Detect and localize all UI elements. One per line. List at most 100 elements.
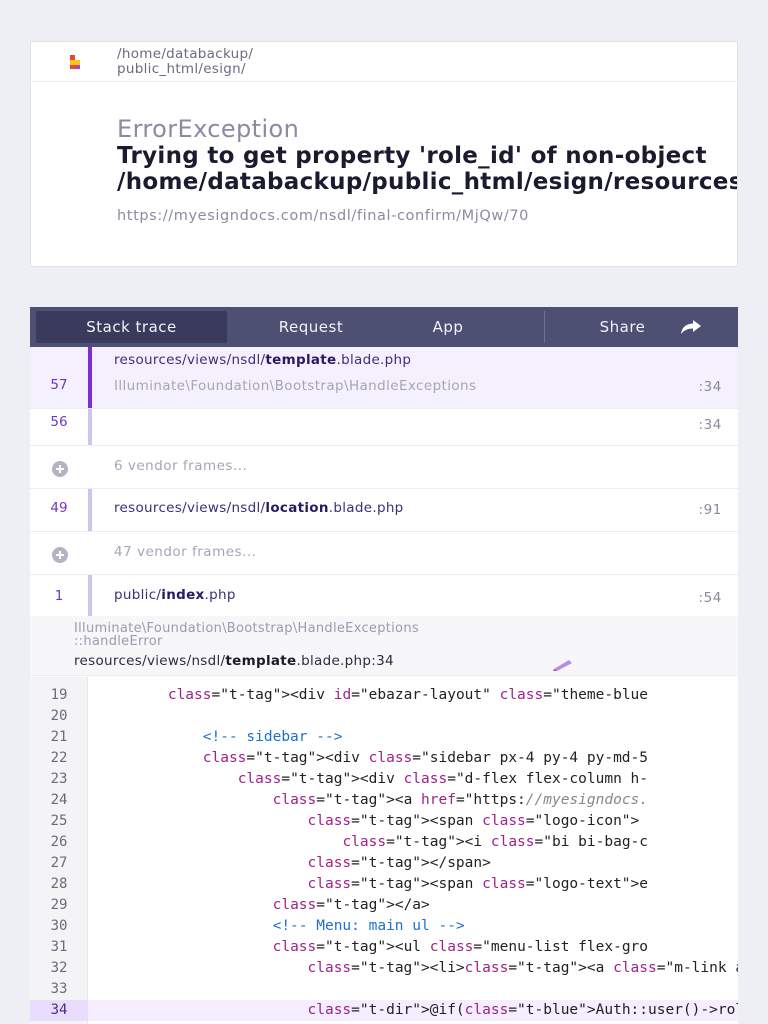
line-number[interactable]: 24 — [30, 790, 88, 811]
line-number[interactable]: 26 — [30, 832, 88, 853]
code-line: 22 class="t-tag"><div class="sidebar px-… — [30, 748, 738, 769]
line-source: class="t-tag"><div class="d-flex flex-co… — [237, 771, 649, 787]
code-line: 33 — [30, 979, 738, 1000]
code-line: 25 class="t-tag"><span class="logo-icon"… — [30, 811, 738, 832]
frame-file: public/index.php — [114, 587, 236, 603]
code-line: 29 class="t-tag"></a> — [30, 895, 738, 916]
frame-item[interactable]: 56 :34 — [30, 409, 738, 446]
snippet-file: resources/views/nsdl/template.blade.php:… — [74, 653, 394, 669]
tab-app[interactable]: App — [400, 311, 496, 343]
line-number[interactable]: 21 — [30, 727, 88, 748]
tab-stack-trace[interactable]: Stack trace — [36, 311, 227, 343]
project-path: /home/databackup/ public_html/esign/ — [117, 47, 253, 77]
frame-item[interactable]: 57 resources/views/nsdl/template.blade.p… — [30, 347, 738, 409]
code-line: 34 class="t-dir">@if(class="t-blue">Auth… — [30, 1000, 738, 1021]
code-line: 24 class="t-tag"><a href="https://myesig… — [30, 790, 738, 811]
frame-indicator — [88, 409, 92, 445]
line-source: class="t-dir">@if(class="t-blue">Auth::u… — [307, 1002, 738, 1018]
code-line: 23 class="t-tag"><div class="d-flex flex… — [30, 769, 738, 790]
line-source: class="t-tag"></a> — [272, 897, 430, 913]
frame-file-name: template — [265, 352, 337, 368]
frame-indicator — [88, 347, 92, 408]
line-number[interactable]: 32 — [30, 958, 88, 979]
frame-item[interactable]: 1 public/index.php :54 — [30, 575, 738, 618]
line-number[interactable]: 33 — [30, 979, 88, 1000]
tab-request[interactable]: Request — [250, 311, 372, 343]
frame-number: 49 — [50, 500, 68, 516]
expand-plus-icon[interactable] — [52, 461, 68, 477]
header-top-bar: /home/databackup/ public_html/esign/ — [31, 42, 737, 82]
code-line: 31 class="t-tag"><ul class="menu-list fl… — [30, 937, 738, 958]
line-source: <!-- sidebar --> — [98, 729, 343, 745]
frame-item[interactable]: 49 resources/views/nsdl/location.blade.p… — [30, 489, 738, 532]
tab-share[interactable]: Share — [575, 311, 670, 343]
frame-file: resources/views/nsdl/location.blade.php — [114, 500, 404, 516]
frame-indicator — [88, 489, 92, 531]
line-source: <!-- Menu: main ul --> — [98, 918, 465, 934]
error-header-card: /home/databackup/ public_html/esign/ Err… — [30, 41, 738, 267]
frame-number: 56 — [50, 414, 68, 430]
frame-line: :91 — [698, 502, 722, 518]
frame-line: :34 — [698, 417, 722, 433]
frame-file-ext: .blade.php — [328, 500, 404, 516]
vendor-frames-label: 6 vendor frames... — [114, 458, 248, 474]
line-number[interactable]: 30 — [30, 916, 88, 937]
snippet-header: Illuminate\Foundation\Bootstrap\HandleEx… — [30, 616, 738, 676]
frame-file-prefix: public/ — [114, 587, 162, 603]
frame-file-ext: .php — [204, 587, 236, 603]
frame-line: :54 — [698, 590, 722, 606]
line-number[interactable]: 25 — [30, 811, 88, 832]
line-number[interactable]: 28 — [30, 874, 88, 895]
frame-class: Illuminate\Foundation\Bootstrap\HandleEx… — [114, 378, 477, 394]
line-source: class="t-tag"><li>class="t-tag"><a class… — [307, 960, 738, 976]
expand-plus-icon[interactable] — [52, 547, 68, 563]
line-source: class="t-tag"><span class="logo-text">e — [307, 876, 648, 892]
code-line: 20 — [30, 706, 738, 727]
flare-logo-icon[interactable] — [67, 54, 83, 70]
pencil-edit-icon[interactable] — [550, 658, 576, 672]
line-number[interactable]: 31 — [30, 937, 88, 958]
code-line: 21 <!-- sidebar --> — [30, 727, 738, 748]
line-source: class="t-tag"><div id="ebazar-layout" cl… — [167, 687, 649, 703]
code-line: 27 class="t-tag"></span> — [30, 853, 738, 874]
share-icon[interactable] — [680, 319, 702, 335]
line-source: class="t-tag"></span> — [307, 855, 491, 871]
stack-trace-panel: Stack trace Request App Share 57 resourc… — [30, 307, 738, 1024]
snippet-file-suffix: .blade.php:34 — [296, 653, 394, 669]
line-source: class="t-tag"><ul class="menu-list flex-… — [272, 939, 649, 955]
line-source: class="t-tag"><a href="https://myesigndo… — [272, 792, 649, 808]
vendor-frames-toggle[interactable]: 6 vendor frames... — [30, 446, 738, 489]
frame-file-name: location — [265, 500, 329, 516]
frame-line: :34 — [698, 379, 722, 395]
line-number[interactable]: 22 — [30, 748, 88, 769]
path-line-2: public_html/esign/ — [117, 61, 246, 77]
path-line-1: /home/databackup/ — [117, 46, 254, 62]
line-number[interactable]: 34 — [30, 1000, 88, 1021]
frame-file: resources/views/nsdl/template.blade.php — [114, 352, 411, 368]
code-line: 30 <!-- Menu: main ul --> — [30, 916, 738, 937]
exception-class: ErrorException — [117, 115, 300, 143]
line-source: class="t-tag"><span class="logo-icon"> — [307, 813, 640, 829]
line-number[interactable]: 23 — [30, 769, 88, 790]
snippet-class: Illuminate\Foundation\Bootstrap\HandleEx… — [74, 622, 419, 648]
tab-divider — [544, 311, 545, 343]
frame-list: 57 resources/views/nsdl/template.blade.p… — [30, 347, 738, 618]
frame-file-name: index — [161, 587, 205, 603]
snippet-file-prefix: resources/views/nsdl/ — [74, 653, 226, 669]
vendor-frames-toggle[interactable]: 47 vendor frames... — [30, 532, 738, 575]
code-line: 19 class="t-tag"><div id="ebazar-layout"… — [30, 685, 738, 706]
snippet-method-line: ::handleError — [74, 634, 163, 649]
code-line: 28 class="t-tag"><span class="logo-text"… — [30, 874, 738, 895]
line-number[interactable]: 20 — [30, 706, 88, 727]
frame-file-prefix: resources/views/nsdl/ — [114, 352, 266, 368]
vendor-frames-label: 47 vendor frames... — [114, 544, 257, 560]
request-url[interactable]: https://myesigndocs.com/nsdl/final-confi… — [117, 208, 529, 224]
line-number[interactable]: 19 — [30, 685, 88, 706]
line-source: class="t-tag"><i class="bi bi-bag-c — [342, 834, 649, 850]
frame-indicator — [88, 575, 92, 617]
code-line: 32 class="t-tag"><li>class="t-tag"><a cl… — [30, 958, 738, 979]
line-source: class="t-tag"><div class="sidebar px-4 p… — [202, 750, 648, 766]
line-number[interactable]: 27 — [30, 853, 88, 874]
tab-bar: Stack trace Request App Share — [30, 307, 738, 347]
line-number[interactable]: 29 — [30, 895, 88, 916]
